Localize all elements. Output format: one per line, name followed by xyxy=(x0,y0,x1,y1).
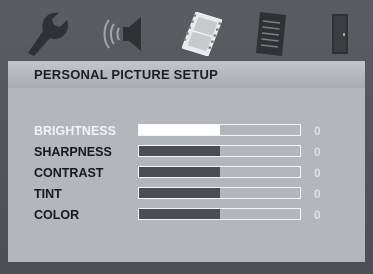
speaker-icon[interactable] xyxy=(100,12,146,56)
setting-row-sharpness[interactable]: SHARPNESS 0 xyxy=(8,143,365,161)
setting-label: COLOR xyxy=(34,208,80,222)
setting-value: 0 xyxy=(314,124,321,138)
level-bar[interactable] xyxy=(138,166,301,178)
setting-row-tint[interactable]: TINT 0 xyxy=(8,185,365,203)
setting-row-color[interactable]: COLOR 0 xyxy=(8,206,365,224)
title-bar: PERSONAL PICTURE SETUP xyxy=(8,61,365,88)
level-fill xyxy=(139,125,220,135)
level-fill xyxy=(139,167,220,177)
level-bar[interactable] xyxy=(138,187,301,199)
level-bar[interactable] xyxy=(138,208,301,220)
level-fill xyxy=(139,188,220,198)
picture-setup-screen: PERSONAL PICTURE SETUP BRIGHTNESS 0 SHAR… xyxy=(0,0,373,274)
setting-value: 0 xyxy=(314,145,321,159)
setting-label: SHARPNESS xyxy=(34,145,112,159)
setting-row-contrast[interactable]: CONTRAST 0 xyxy=(8,164,365,182)
setting-value: 0 xyxy=(314,166,321,180)
document-icon[interactable] xyxy=(256,12,286,56)
setting-label: TINT xyxy=(34,187,62,201)
wrench-icon[interactable] xyxy=(24,12,70,56)
setup-icon-bar xyxy=(0,0,373,62)
settings-panel: BRIGHTNESS 0 SHARPNESS 0 CONTRAST 0 TINT… xyxy=(8,88,365,262)
setting-value: 0 xyxy=(314,187,321,201)
setting-label: CONTRAST xyxy=(34,166,104,180)
setting-row-brightness[interactable]: BRIGHTNESS 0 xyxy=(8,122,365,140)
setting-label: BRIGHTNESS xyxy=(34,124,116,138)
film-icon[interactable] xyxy=(182,12,222,56)
level-fill xyxy=(139,209,220,219)
level-fill xyxy=(139,146,220,156)
setting-value: 0 xyxy=(314,208,321,222)
page-title: PERSONAL PICTURE SETUP xyxy=(34,67,219,82)
level-bar[interactable] xyxy=(138,124,301,136)
door-icon[interactable] xyxy=(330,12,350,56)
level-bar[interactable] xyxy=(138,145,301,157)
